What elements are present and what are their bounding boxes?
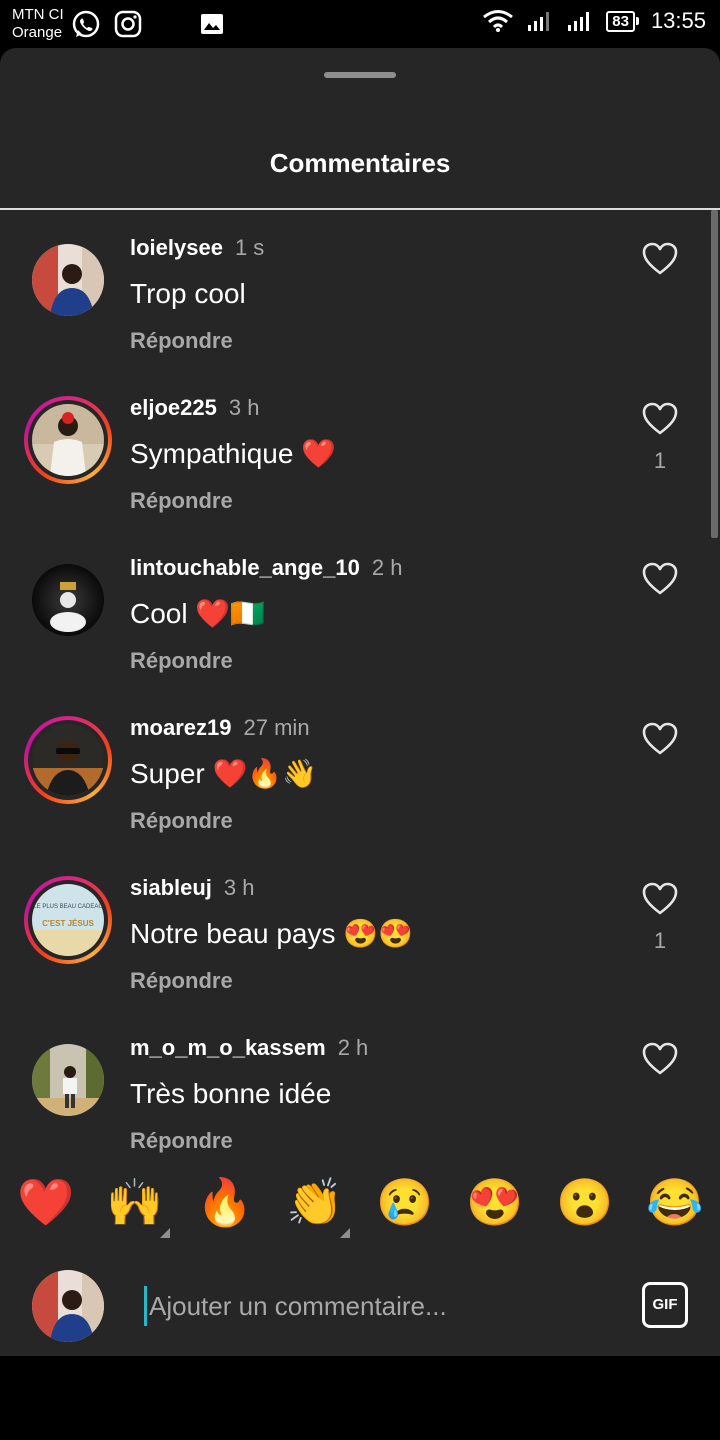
- comment-text: Trop cool: [130, 278, 246, 309]
- avatar: [32, 1044, 104, 1116]
- emoji-fire-button[interactable]: 🔥: [195, 1172, 255, 1232]
- reply-button[interactable]: Répondre: [130, 648, 233, 674]
- comment-username[interactable]: lintouchable_ange_10: [130, 555, 360, 580]
- comment-composer: GIF: [0, 1252, 720, 1356]
- comments-sheet: Commentaires loielysee 1 s Trop cool Répo…: [0, 48, 720, 1356]
- emoji-raised-hands-button[interactable]: 🙌: [105, 1172, 165, 1232]
- carrier-line-2: Orange: [12, 24, 63, 41]
- emoji-crying-button[interactable]: 😢: [375, 1172, 435, 1232]
- avatar-caption-line-1: LE PLUS BEAU CADEAU: [33, 904, 102, 910]
- avatar: [32, 244, 104, 316]
- like-heart-icon[interactable]: [642, 722, 678, 756]
- avatar: [32, 724, 104, 796]
- avatar-button[interactable]: [24, 556, 112, 644]
- avatar: [32, 564, 104, 636]
- avatar-button[interactable]: [24, 1036, 112, 1124]
- like-count[interactable]: 1: [630, 928, 690, 954]
- comment-time: 3 h: [228, 395, 260, 420]
- avatar-button[interactable]: [24, 236, 112, 324]
- title-divider: [0, 208, 720, 210]
- like-heart-icon[interactable]: [642, 562, 678, 596]
- comment-username[interactable]: moarez19: [130, 715, 232, 740]
- clock: 13:55: [650, 8, 706, 33]
- wifi-icon: [483, 10, 514, 32]
- comment-text: Notre beau pays 😍😍: [130, 918, 413, 949]
- avatar: LE PLUS BEAU CADEAU C'EST JÉSUS: [32, 884, 104, 956]
- instagram-icon: [114, 10, 142, 38]
- comment-item: loielysee 1 s Trop cool Répondre: [0, 232, 720, 392]
- avatar-button[interactable]: [24, 396, 112, 484]
- comment-username[interactable]: eljoe225: [130, 395, 217, 420]
- like-heart-icon[interactable]: [642, 402, 678, 436]
- drag-handle[interactable]: [324, 72, 396, 78]
- comment-text: Super ❤️🔥👋: [130, 758, 318, 789]
- like-heart-icon[interactable]: [642, 1042, 678, 1076]
- battery-indicator: 83: [606, 10, 639, 32]
- avatar-button[interactable]: LE PLUS BEAU CADEAU C'EST JÉSUS: [24, 876, 112, 964]
- gallery-icon: [201, 14, 223, 34]
- emoji-quick-bar: ❤️ 🙌 🔥 👏 😢 😍 😮 😂: [0, 1168, 720, 1240]
- comment-item: moarez19 27 min Super ❤️🔥👋 Répondre: [0, 712, 720, 872]
- carrier-line-1: MTN CI: [12, 6, 64, 23]
- reply-button[interactable]: Répondre: [130, 488, 233, 514]
- whatsapp-icon: [72, 10, 100, 38]
- reply-button[interactable]: Répondre: [130, 968, 233, 994]
- comment-time: 2 h: [371, 555, 403, 580]
- comment-username[interactable]: loielysee: [130, 235, 223, 260]
- avatar: [32, 404, 104, 476]
- signal-icon-1: [528, 12, 550, 31]
- comment-time: 1 s: [234, 235, 265, 260]
- battery-level: 83: [606, 10, 635, 32]
- emoji-heart-eyes-button[interactable]: 😍: [465, 1172, 525, 1232]
- comment-item: LE PLUS BEAU CADEAU C'EST JÉSUS siableuj…: [0, 872, 720, 1032]
- emoji-laughing-button[interactable]: 😂: [645, 1172, 705, 1232]
- comment-text: Cool ❤️🇨🇮: [130, 598, 266, 629]
- like-heart-icon[interactable]: [642, 242, 678, 276]
- current-user-avatar: [32, 1270, 104, 1342]
- system-nav-area: [0, 1356, 720, 1440]
- comment-time: 3 h: [223, 875, 255, 900]
- emoji-surprised-button[interactable]: 😮: [555, 1172, 615, 1232]
- emoji-heart-button[interactable]: ❤️: [16, 1172, 76, 1232]
- avatar-button[interactable]: [24, 716, 112, 804]
- comment-time: 27 min: [243, 715, 310, 740]
- reply-button[interactable]: Répondre: [130, 328, 233, 354]
- comment-text: Sympathique ❤️: [130, 438, 337, 469]
- carrier-label: MTN CI Orange: [12, 6, 64, 42]
- emoji-clap-button[interactable]: 👏: [285, 1172, 345, 1232]
- like-heart-icon[interactable]: [642, 882, 678, 916]
- comment-username[interactable]: m_o_m_o_kassem: [130, 1035, 326, 1060]
- gif-button[interactable]: GIF: [642, 1282, 688, 1328]
- skin-tone-indicator: [160, 1228, 170, 1238]
- signal-icon-2: [568, 12, 590, 31]
- status-bar: MTN CI Orange 83 13:55: [0, 0, 720, 48]
- reply-button[interactable]: Répondre: [130, 1128, 233, 1154]
- sheet-title: Commentaires: [269, 148, 451, 178]
- comment-text: Très bonne idée: [130, 1078, 332, 1109]
- reply-button[interactable]: Répondre: [130, 808, 233, 834]
- like-count[interactable]: 1: [630, 448, 690, 474]
- comment-username[interactable]: siableuj: [130, 875, 212, 900]
- comment-item: lintouchable_ange_10 2 h Cool ❤️🇨🇮 Répond…: [0, 552, 720, 712]
- comment-input[interactable]: [144, 1286, 589, 1326]
- comment-item: eljoe225 3 h Sympathique ❤️ Répondre 1: [0, 392, 720, 552]
- comment-time: 2 h: [337, 1035, 369, 1060]
- skin-tone-indicator: [340, 1228, 350, 1238]
- avatar-caption-line-2: C'EST JÉSUS: [42, 919, 94, 928]
